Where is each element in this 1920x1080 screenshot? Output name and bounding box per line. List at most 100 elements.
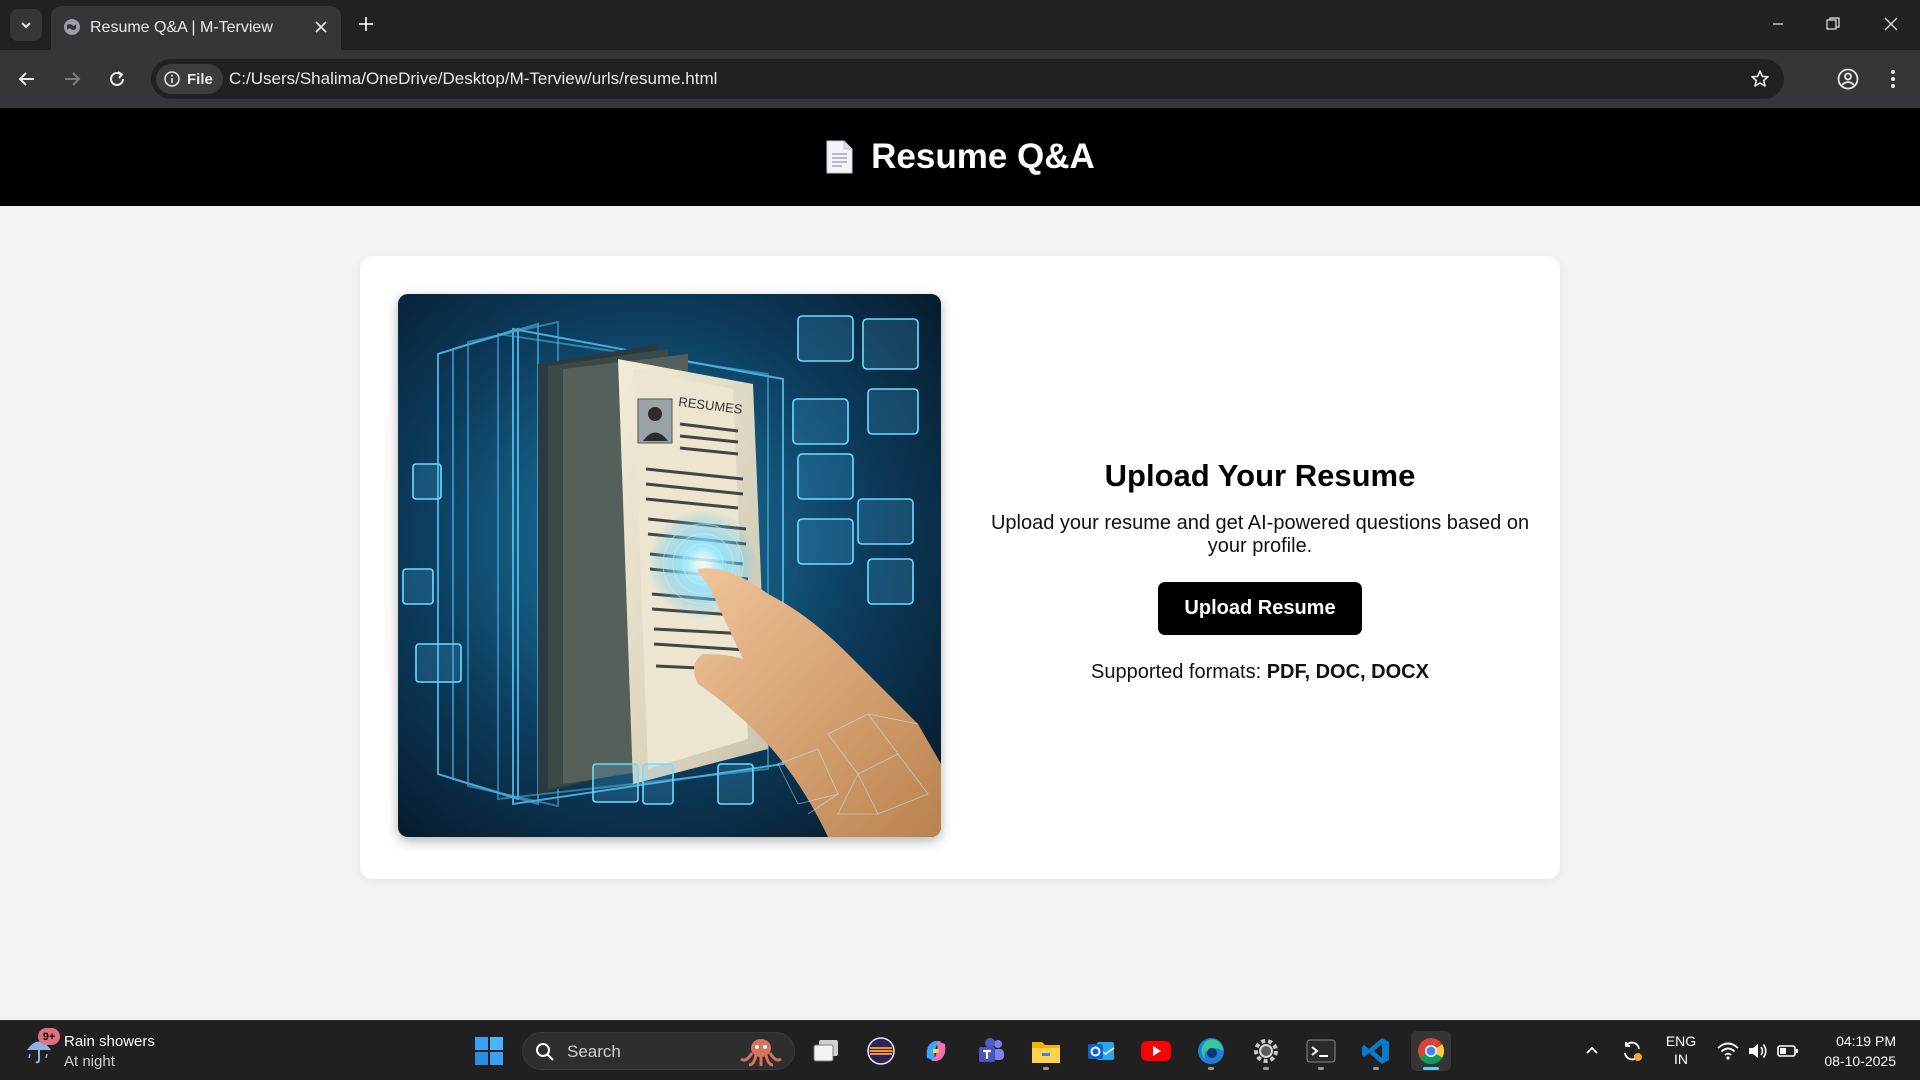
youtube-icon [1141, 1041, 1171, 1061]
terminal-icon [1306, 1039, 1336, 1063]
taskbar-task-view[interactable] [806, 1031, 846, 1071]
language-indicator[interactable]: ENG IN [1658, 1032, 1704, 1068]
minimize-icon [1773, 23, 1783, 25]
taskbar-vscode[interactable] [1356, 1031, 1396, 1071]
arrow-left-icon [18, 72, 34, 86]
chrome-icon [1418, 1038, 1445, 1065]
active-indicator [1423, 1067, 1439, 1070]
back-button[interactable] [10, 62, 44, 96]
show-hidden-icons-button[interactable] [1572, 1031, 1612, 1071]
forward-button[interactable] [55, 62, 89, 96]
weather-time-of-day: At night [64, 1053, 115, 1070]
taskbar-search[interactable]: Search [522, 1032, 795, 1070]
running-indicator [1373, 1067, 1379, 1070]
close-window-button[interactable] [1868, 6, 1914, 42]
upload-heading: Upload Your Resume [1104, 457, 1416, 493]
document-icon [826, 140, 853, 174]
upload-card: RESUMES Upload Your Resume Upload your r… [360, 256, 1560, 879]
profile-button[interactable] [1831, 62, 1865, 96]
start-button[interactable] [469, 1031, 509, 1071]
browser-tab-strip: Resume Q&A | M-Terview [0, 0, 1920, 50]
tab-title: Resume Q&A | M-Terview [90, 19, 273, 36]
resume-illustration: RESUMES [398, 294, 941, 837]
search-icon [536, 1043, 554, 1061]
globe-icon [64, 19, 80, 35]
taskbar-terminal[interactable] [1301, 1031, 1341, 1071]
address-bar[interactable]: File C:/Users/Shalima/OneDrive/Desktop/M… [151, 59, 1784, 99]
wifi-icon [1717, 1042, 1739, 1060]
clock-time: 04:19 PM [1836, 1033, 1896, 1049]
edge-dev-icon [1198, 1038, 1224, 1064]
sync-icon [1624, 1041, 1642, 1061]
bookmark-button[interactable] [1748, 67, 1772, 91]
eclipse-icon [867, 1037, 895, 1065]
language-code: ENG [1665, 1033, 1697, 1049]
volume-icon [1749, 1044, 1767, 1058]
resume-hologram-image: RESUMES [398, 294, 941, 837]
tab-search-button[interactable] [10, 9, 42, 41]
reload-button[interactable] [100, 62, 134, 96]
site-chip-label: File [187, 70, 213, 88]
search-label: Search [567, 1042, 621, 1061]
browser-toolbar: File C:/Users/Shalima/OneDrive/Desktop/M… [0, 50, 1920, 108]
weather-badge: 9+ [38, 1028, 60, 1045]
battery-icon [1777, 1045, 1798, 1057]
taskbar-clock[interactable]: 04:19 PM 08-10-2025 [1824, 1031, 1896, 1071]
formats-value: PDF, DOC, DOCX [1266, 660, 1429, 683]
arrow-right-icon [65, 72, 81, 86]
taskbar-settings[interactable] [1246, 1031, 1286, 1071]
new-tab-button[interactable] [352, 10, 380, 38]
plus-icon [359, 17, 373, 31]
quick-settings-button[interactable] [1710, 1031, 1806, 1071]
outlook-icon [1088, 1042, 1115, 1060]
account-icon [1837, 68, 1859, 90]
taskbar-copilot[interactable] [916, 1031, 956, 1071]
restore-button[interactable] [1810, 6, 1856, 42]
teams-icon [979, 1038, 1004, 1062]
running-indicator [1208, 1067, 1214, 1070]
tab-close-button[interactable] [311, 17, 331, 37]
upload-resume-button[interactable]: Upload Resume [1158, 581, 1362, 635]
minimize-button[interactable] [1755, 6, 1801, 42]
reload-icon [110, 71, 124, 86]
taskbar-file-explorer[interactable] [1026, 1031, 1066, 1071]
active-tab[interactable]: Resume Q&A | M-Terview [51, 6, 341, 50]
running-indicator [1043, 1067, 1049, 1070]
more-vertical-icon [1891, 70, 1895, 88]
sync-status-button[interactable] [1612, 1031, 1652, 1071]
running-indicator [1263, 1067, 1269, 1070]
chevron-down-icon [21, 22, 31, 29]
taskbar-edge-dev[interactable] [1191, 1031, 1231, 1071]
site-info-chip[interactable]: File [156, 64, 223, 94]
running-indicator [1318, 1067, 1324, 1070]
taskbar-outlook[interactable] [1081, 1031, 1121, 1071]
taskbar-teams[interactable] [971, 1031, 1011, 1071]
page-header: Resume Q&A [0, 108, 1920, 206]
chevron-up-icon [1586, 1046, 1598, 1054]
restore-icon [1826, 17, 1840, 30]
taskbar-youtube[interactable] [1136, 1031, 1176, 1071]
folder-icon [1032, 1042, 1060, 1063]
url-text[interactable]: C:/Users/Shalima/OneDrive/Desktop/M-Terv… [229, 69, 717, 89]
supported-formats: Supported formats: PDF, DOC, DOCX [1091, 661, 1429, 684]
weather-widget[interactable]: 9+ Rain showers At night [20, 1028, 170, 1073]
page-title: Resume Q&A [871, 137, 1095, 176]
close-icon [1884, 17, 1898, 31]
browser-menu-button[interactable] [1876, 62, 1910, 96]
taskbar-chrome[interactable] [1411, 1031, 1451, 1071]
gear-icon [1254, 1039, 1278, 1063]
vscode-icon [1362, 1038, 1389, 1064]
close-icon [315, 21, 327, 33]
formats-label: Supported formats: [1091, 660, 1262, 683]
task-view-icon [813, 1040, 838, 1062]
language-region: IN [1674, 1051, 1688, 1067]
weather-condition: Rain showers [64, 1033, 155, 1050]
star-icon [1751, 70, 1769, 87]
upload-panel: Upload Your Resume Upload your resume an… [980, 256, 1540, 879]
info-icon [164, 71, 180, 87]
taskbar-eclipse[interactable] [861, 1031, 901, 1071]
taskbar: 9+ Rain showers At night Search ENG IN 0… [0, 1020, 1920, 1080]
windows-logo-icon [475, 1037, 503, 1065]
clock-date: 08-10-2025 [1824, 1053, 1896, 1069]
octopus-icon [740, 1039, 782, 1067]
